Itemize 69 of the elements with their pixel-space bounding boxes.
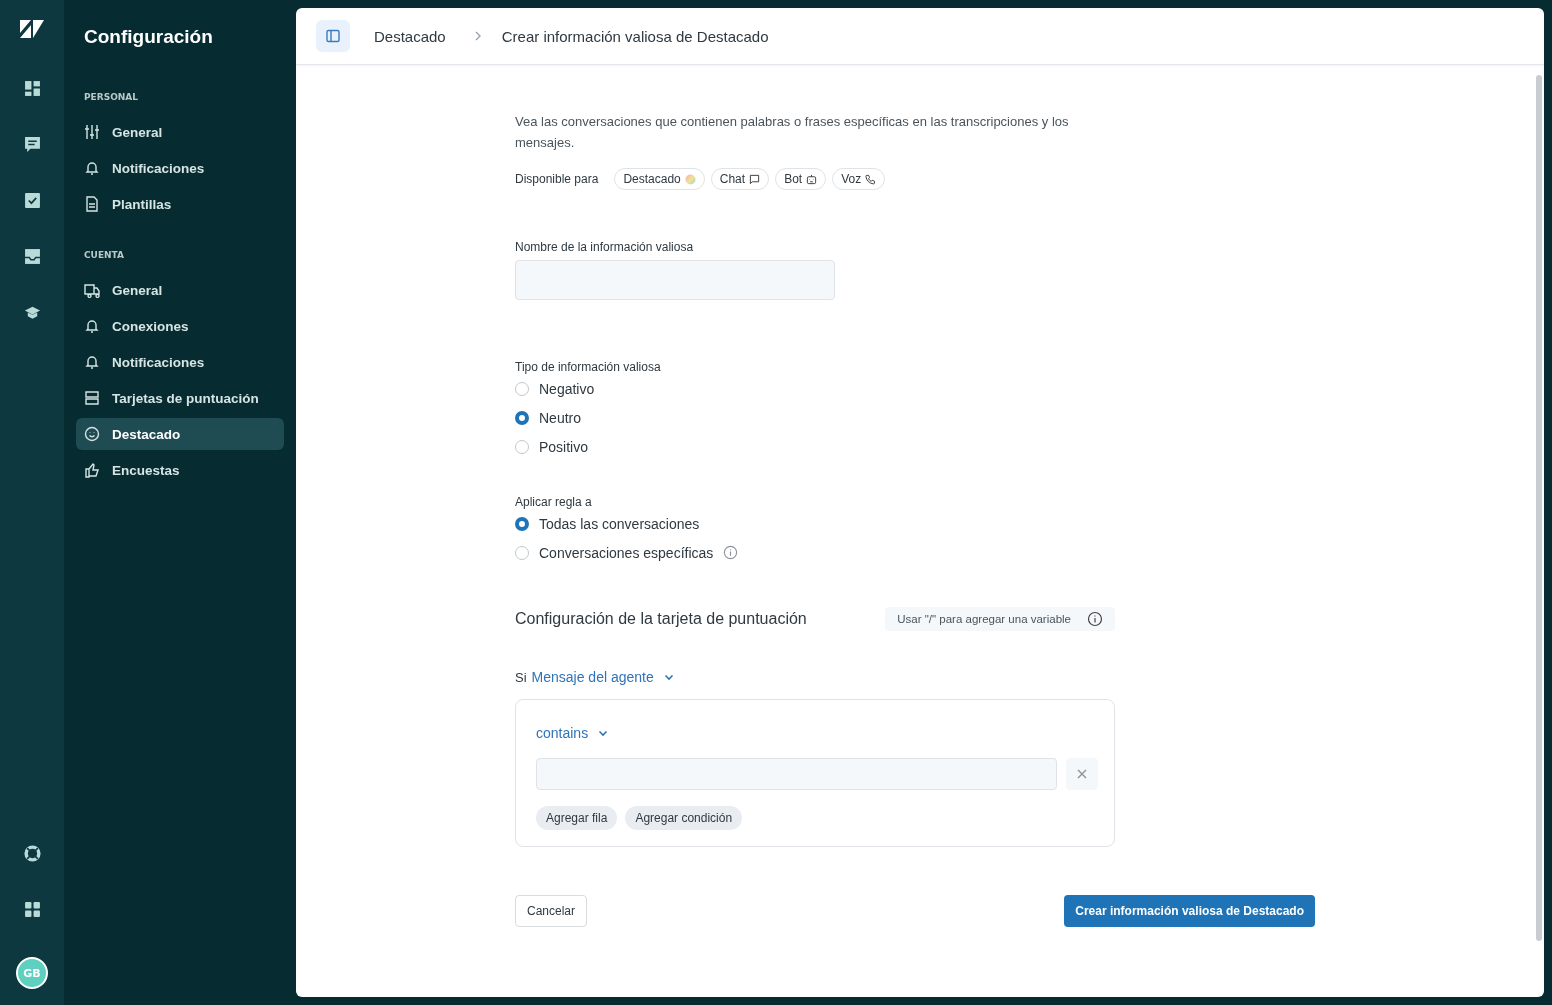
radio-label[interactable]: Conversaciones específicas: [539, 544, 714, 561]
field-label: Aplicar regla a: [515, 495, 593, 509]
sidebar-item[interactable]: General: [76, 116, 284, 148]
menu-item-icon: [84, 390, 100, 406]
menu-item-icon: [84, 354, 100, 370]
available-label: Disponible para: [515, 172, 599, 186]
panel-icon: [325, 28, 341, 44]
sidebar-item[interactable]: Encuestas: [76, 454, 284, 486]
section-title: Configuración de la tarjeta de puntuación: [515, 610, 807, 628]
sidebar-item[interactable]: Tarjetas de puntuación: [76, 382, 284, 414]
submit-button[interactable]: Crear información valiosa de Destacado: [1064, 895, 1315, 927]
channel-name: Bot: [784, 172, 803, 186]
cancel-button[interactable]: Cancelar: [515, 895, 588, 927]
scrollbar[interactable]: [1536, 75, 1542, 941]
sidebar-title: Configuración: [84, 26, 214, 48]
description-text: Vea las conversaciones que contienen palabras o frases específicas en las transcripciones y los mensajes.: [515, 113, 1070, 152]
breadcrumb-item: Crear información valiosa de Destacado: [501, 27, 769, 45]
menu-item-icon: [84, 462, 100, 478]
graduation-cap-icon[interactable]: [23, 304, 41, 321]
operator-dropdown[interactable]: contains: [536, 725, 610, 741]
breadcrumb-item[interactable]: Destacado: [374, 27, 446, 45]
menu-item-icon: [84, 426, 100, 442]
menu-item-icon: [84, 124, 100, 140]
condition-input-field[interactable]: [536, 758, 1058, 790]
logo-icon[interactable]: [20, 20, 44, 38]
name-input-field[interactable]: [515, 260, 835, 300]
subject-dropdown[interactable]: Mensaje del agente: [531, 669, 675, 685]
inbox-icon[interactable]: [23, 248, 41, 265]
gradient-circle-icon: [684, 173, 696, 185]
field-label: Nombre de la información valiosa: [515, 240, 695, 254]
menu-item-icon: [84, 160, 100, 176]
menu-item-icon: [84, 196, 100, 212]
sidebar-item[interactable]: General: [76, 274, 284, 306]
menu-item-icon: [84, 318, 100, 334]
add-condition-button[interactable]: Agregar condición: [625, 806, 743, 830]
radio-button[interactable]: [515, 410, 529, 425]
radio-label[interactable]: Positivo: [539, 438, 589, 455]
checkbox-icon[interactable]: [23, 192, 41, 209]
dashboard-icon[interactable]: [23, 80, 41, 97]
radio-label[interactable]: Todas las conversaciones: [539, 515, 700, 532]
add-row-button[interactable]: Agregar fila: [536, 806, 618, 830]
robot-icon: [806, 173, 818, 185]
info-icon[interactable]: [723, 545, 739, 560]
channel-name: Chat: [719, 172, 746, 186]
sidebar-item[interactable]: Notificaciones: [76, 346, 284, 378]
radio-label[interactable]: Negativo: [539, 380, 595, 397]
sidebar-item[interactable]: Conexiones: [76, 310, 284, 342]
chat-icon[interactable]: [23, 136, 41, 153]
help-icon[interactable]: [23, 845, 41, 862]
sidebar-item[interactable]: Destacado: [76, 418, 284, 450]
if-label: Si: [515, 670, 527, 685]
apps-icon[interactable]: [23, 901, 41, 918]
phone-icon: [865, 173, 877, 185]
sidebar-toggle-button[interactable]: [316, 20, 350, 52]
section-heading: CUENTA: [84, 250, 125, 260]
radio-label[interactable]: Neutro: [539, 409, 582, 426]
info-icon: [1087, 611, 1103, 627]
chevron-right-icon: [473, 30, 482, 42]
sidebar-item[interactable]: Notificaciones: [76, 152, 284, 184]
chat-bubble-icon: [749, 173, 761, 185]
menu-item-icon: [84, 282, 100, 298]
radio-button[interactable]: [515, 516, 529, 531]
sidebar-item[interactable]: Plantillas: [76, 188, 284, 220]
variable-hint: Usar "/" para agregar una variable: [885, 607, 1115, 631]
section-heading: PERSONAL: [84, 92, 140, 102]
channel-name: Voz: [841, 172, 862, 186]
field-label: Tipo de información valiosa: [515, 360, 662, 374]
close-icon: [1076, 768, 1089, 780]
channel-name: Destacado: [623, 172, 681, 186]
